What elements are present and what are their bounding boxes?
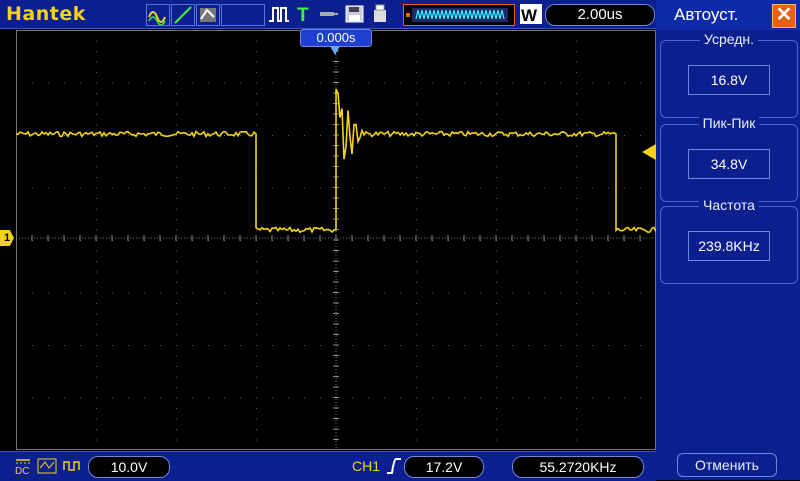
ch1-trace-path (16, 88, 656, 234)
brand-logo: Hantek (6, 3, 86, 25)
mean-value: 16.8V (688, 65, 770, 95)
ch1-volts-div[interactable]: 10.0V (88, 456, 170, 478)
frequency-counter: 55.2720KHz (512, 456, 644, 478)
pk-pk-value: 34.8V (688, 149, 770, 179)
ramp-icon[interactable] (171, 4, 195, 26)
waveform-math-icon[interactable] (146, 4, 170, 26)
ch1-waveform (16, 88, 656, 234)
ch1-ground-marker[interactable]: 1 (0, 230, 14, 246)
rising-edge-icon[interactable] (386, 456, 402, 476)
cancel-button[interactable]: Отменить (677, 453, 777, 477)
mean-group: Усредн. 16.8V (660, 31, 798, 118)
autoset-panel: Автоуст. ✕ Усредн. 16.8V Пик-Пик 34.8V Ч… (656, 0, 800, 480)
frequency-value: 239.8KHz (688, 231, 770, 261)
bottom-status-bar: DC 10.0V CH1 17.2V 55.2720KHz (0, 451, 656, 481)
probe-icon[interactable] (318, 4, 340, 24)
dc-coupling-icon[interactable]: DC (14, 456, 32, 477)
bandwidth-limit-icon[interactable] (36, 456, 58, 476)
panel-title: Автоуст. (674, 5, 739, 24)
display-slot (221, 4, 265, 26)
usb-icon[interactable] (369, 4, 391, 24)
top-toolbar: Hantek T W 2.00us (0, 0, 656, 29)
trigger-level-readout[interactable]: 17.2V (404, 456, 484, 478)
scope-screen[interactable] (16, 30, 656, 450)
trigger-source[interactable]: CH1 (352, 458, 380, 474)
window-w-icon[interactable]: W (520, 4, 542, 25)
timebase-readout[interactable]: 2.00us (545, 4, 655, 26)
svg-text:W: W (521, 6, 538, 24)
persistence-icon[interactable] (196, 4, 220, 26)
frequency-group: Частота 239.8KHz (660, 197, 798, 284)
close-button[interactable]: ✕ (772, 4, 796, 28)
pk-pk-label: Пик-Пик (698, 115, 760, 131)
frequency-label: Частота (699, 197, 759, 213)
mean-label: Усредн. (699, 31, 758, 47)
trigger-t-icon[interactable]: T (294, 4, 316, 26)
trigger-position-arrow (330, 46, 340, 55)
trigger-position-label[interactable]: 0.000s (300, 29, 372, 47)
invert-icon[interactable] (62, 456, 84, 476)
pk-pk-group: Пик-Пик 34.8V (660, 115, 798, 202)
pulse-icon[interactable] (268, 4, 290, 24)
svg-text:DC: DC (15, 466, 29, 476)
save-icon[interactable] (344, 4, 366, 24)
panel-header: Автоуст. ✕ (656, 0, 800, 30)
svg-text:T: T (297, 5, 309, 24)
trigger-level-marker[interactable] (642, 144, 656, 160)
memory-depth-indicator (403, 4, 515, 26)
